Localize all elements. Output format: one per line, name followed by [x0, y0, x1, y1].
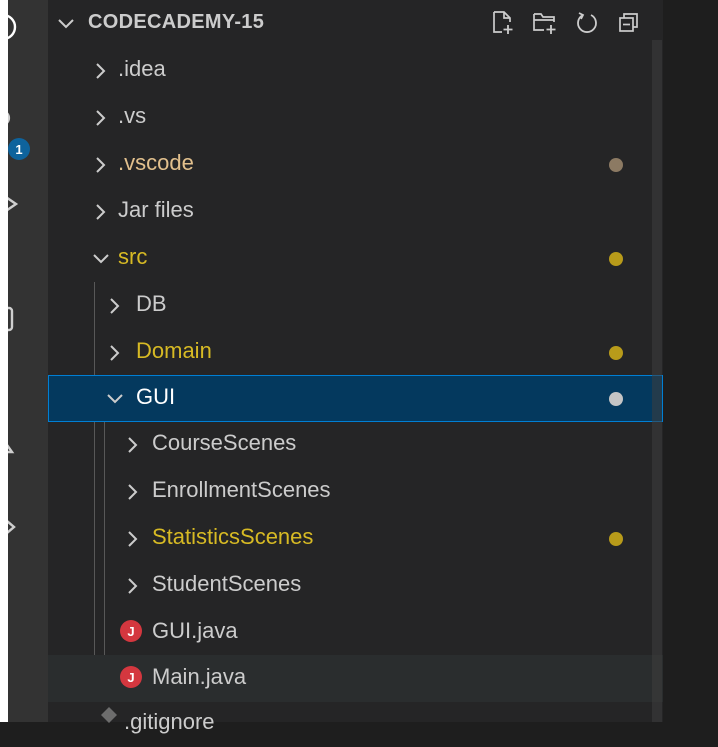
chevron-right-icon[interactable] [124, 436, 142, 454]
java-file-icon: J [120, 666, 142, 688]
chevron-right-icon[interactable] [106, 297, 124, 315]
chevron-right-icon[interactable] [124, 530, 142, 548]
refresh-icon[interactable] [573, 9, 601, 37]
collapse-all-icon[interactable] [615, 9, 643, 37]
tree-item-label: .vscode [118, 150, 194, 175]
tree-item-label: DB [136, 291, 167, 316]
chevron-right-icon[interactable] [92, 156, 110, 174]
java-file-icon: J [120, 620, 142, 642]
test-icon[interactable] [8, 512, 22, 542]
chevron-down-icon[interactable] [92, 250, 110, 268]
chevron-down-icon [58, 19, 74, 29]
tree-item-label: GUI [136, 384, 176, 409]
tree-item-label: .vs [118, 103, 147, 128]
extensions-icon[interactable] [8, 300, 22, 362]
tree-item-jar-files[interactable]: Jar files [48, 188, 663, 235]
modified-indicator [609, 532, 623, 546]
remote-icon[interactable] [8, 428, 22, 458]
tree-item-vscode[interactable]: .vscode [48, 141, 663, 188]
modified-indicator [609, 252, 623, 266]
tree-item-label: GUI.java [152, 618, 238, 643]
scrollbar[interactable] [652, 40, 662, 722]
explorer-header[interactable]: CODECADEMY-15 [48, 0, 663, 46]
activity-bar: 1 [8, 0, 48, 722]
tree-item-db[interactable]: DB [48, 282, 663, 329]
tree-item-label: Domain [136, 338, 212, 363]
tree-item-gui-java[interactable]: J GUI.java [48, 609, 663, 656]
tree-item-label: StudentScenes [152, 571, 302, 596]
editor-area [663, 0, 718, 722]
tree-item-label: Jar files [118, 197, 194, 222]
chevron-right-icon[interactable] [124, 577, 142, 595]
explorer-icon[interactable] [8, 10, 20, 44]
tree-item-coursescenes[interactable]: CourseScenes [48, 421, 663, 468]
tree-item-main-java[interactable]: J Main.java [48, 655, 663, 702]
window-edge [0, 0, 8, 722]
tree-item-label: CourseScenes [152, 430, 297, 455]
tree-item-gitignore[interactable]: .gitignore [48, 700, 663, 747]
modified-indicator [609, 346, 623, 360]
new-folder-icon[interactable] [531, 9, 559, 37]
tree-item-src[interactable]: src [48, 235, 663, 282]
chevron-down-icon[interactable] [106, 390, 124, 408]
tree-item-vs[interactable]: .vs [48, 94, 663, 141]
explorer-sidebar: CODECADEMY-15 .idea .vs .vscode Jar files sr… [48, 0, 663, 734]
run-debug-icon[interactable] [8, 190, 22, 218]
tree-item-label: EnrollmentScenes [152, 477, 331, 502]
tree-item-domain[interactable]: Domain [48, 329, 663, 376]
tree-item-label: StatisticsScenes [152, 524, 314, 549]
source-control-badge: 1 [8, 138, 30, 160]
git-icon [101, 707, 117, 723]
chevron-right-icon[interactable] [124, 483, 142, 501]
chevron-right-icon[interactable] [92, 109, 110, 127]
tree-item-label: src [118, 244, 148, 269]
tree-item-label: Main.java [152, 664, 247, 689]
explorer-actions [489, 9, 643, 37]
tree-item-label: .gitignore [124, 709, 215, 734]
chevron-right-icon[interactable] [92, 62, 110, 80]
workspace-title: CODECADEMY-15 [88, 11, 265, 33]
chevron-right-icon[interactable] [92, 203, 110, 221]
tree-item-idea[interactable]: .idea [48, 47, 663, 94]
tree-item-studentscenes[interactable]: StudentScenes [48, 562, 663, 609]
tree-item-gui[interactable]: GUI [48, 375, 663, 422]
tree-item-label: .idea [118, 56, 166, 81]
modified-indicator [609, 392, 623, 406]
modified-indicator [609, 158, 623, 172]
chevron-right-icon[interactable] [106, 344, 124, 362]
tree-item-enrollmentscenes[interactable]: EnrollmentScenes [48, 468, 663, 515]
search-icon[interactable] [8, 108, 18, 132]
new-file-icon[interactable] [489, 9, 517, 37]
tree-item-statisticsscenes[interactable]: StatisticsScenes [48, 515, 663, 562]
